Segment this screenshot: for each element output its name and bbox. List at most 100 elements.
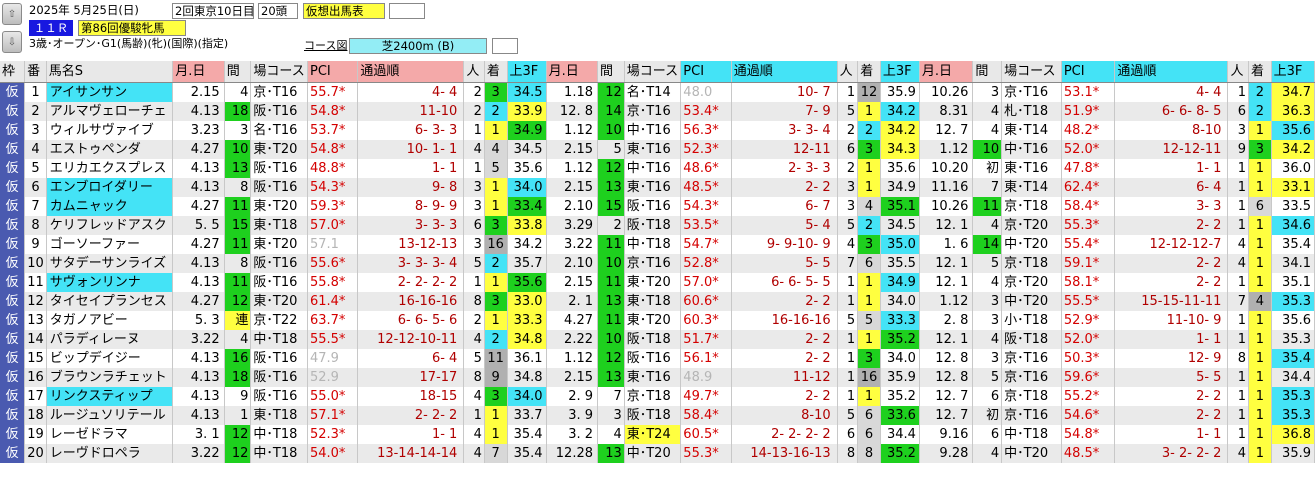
race-last3f-2: 35.9 (1271, 444, 1315, 463)
col-header-6[interactable]: PCI (307, 61, 359, 83)
horse-name[interactable]: ウィルサヴァイブ (46, 121, 174, 140)
col-header-24[interactable]: 人 (1227, 61, 1250, 83)
race-interval-2: 4 (972, 330, 1003, 349)
horse-name[interactable]: エンブロイダリー (46, 178, 174, 197)
race-course-1: 阪･T16 (624, 197, 682, 216)
horse-name[interactable]: ケリフレッドアスク (46, 216, 174, 235)
col-header-14[interactable]: PCI (680, 61, 732, 83)
blank-field[interactable] (389, 3, 425, 19)
col-header-8[interactable]: 人 (463, 61, 485, 83)
horse-name[interactable]: リンクスティップ (46, 387, 174, 406)
horse-name[interactable]: アルマヴェローチェ (46, 102, 174, 121)
horse-name[interactable]: タイセイプランセス (46, 292, 174, 311)
col-header-20[interactable]: 間 (972, 61, 1003, 83)
table-row[interactable]: 仮 17 リンクスティップ 4.13 9 阪･T16 55.0* 18-15 4 3 34.0 2. … (0, 387, 1315, 406)
race-course-1: 東･T16 (624, 178, 682, 197)
race-pci-0: 53.7* (307, 121, 359, 140)
table-row[interactable]: 仮 3 ウィルサヴァイブ 3.23 3 名･T16 53.7* 6- 3- 3 1 1 34.9 1.… (0, 121, 1315, 140)
race-course-1: 阪･T16 (624, 349, 682, 368)
race-passing-1: 6- 6- 5- 5 (731, 273, 838, 292)
race-popularity-1: 1 (837, 349, 859, 368)
blank-field-2[interactable] (492, 38, 518, 54)
table-row[interactable]: 仮 15 ビップデイジー 4.13 16 阪･T16 47.9 6- 4 5 11 36.1 1.12… (0, 349, 1315, 368)
horse-number: 11 (24, 273, 47, 292)
table-row[interactable]: 仮 14 パラディレーヌ 3.22 4 中･T18 55.5* 12-12-10-11 4 2 34… (0, 330, 1315, 349)
race-interval-1: 13 (597, 368, 625, 387)
race-passing-2: 1- 1 (1114, 425, 1229, 444)
race-finish-2: 1 (1248, 425, 1272, 444)
table-row[interactable]: 仮 11 サヴォンリンナ 4.13 11 阪･T16 55.8* 2- 2- 2- 2 1 1 35… (0, 273, 1315, 292)
table-row[interactable]: 仮 5 エリカエクスプレス 4.13 13 阪･T16 48.8* 1- 1 1 5 35.6 1.1… (0, 159, 1315, 178)
col-header-26[interactable]: 上3F (1271, 61, 1315, 83)
horse-name[interactable]: アイサンサン (46, 82, 174, 102)
col-header-16[interactable]: 人 (837, 61, 859, 83)
col-header-13[interactable]: 場コース (624, 61, 682, 83)
race-popularity-1: 2 (837, 121, 859, 140)
horse-name[interactable]: エリカエクスプレス (46, 159, 174, 178)
col-header-17[interactable]: 着 (857, 61, 881, 83)
table-row[interactable]: 仮 4 エストゥペンダ 4.27 10 東･T20 54.8* 10- 1- 1 4 4 34.5 2… (0, 140, 1315, 159)
race-interval-1: 10 (597, 121, 625, 140)
col-header-15[interactable]: 通過順 (731, 61, 838, 83)
table-row[interactable]: 仮 6 エンブロイダリー 4.13 8 阪･T16 54.3* 9- 8 3 1 34.0 2.15 1… (0, 178, 1315, 197)
col-header-18[interactable]: 上3F (880, 61, 920, 83)
horse-name[interactable]: ブラウンラチェット (46, 368, 174, 387)
col-header-0[interactable]: 枠 (0, 61, 26, 83)
race-passing-0: 4- 4 (357, 82, 465, 102)
col-header-5[interactable]: 場コース (250, 61, 308, 83)
col-header-22[interactable]: PCI (1061, 61, 1116, 83)
col-header-19[interactable]: 月.日 (919, 61, 974, 83)
race-last3f-0: 34.0 (507, 387, 547, 406)
horse-name[interactable]: レーヴドロペラ (46, 444, 174, 463)
table-row[interactable]: 仮 13 タガノアビー 5. 3 連京･T22 63.7* 6- 6- 5- 6 2 1 33.3… (0, 311, 1315, 330)
race-interval-1: 12 (597, 82, 625, 102)
col-header-1[interactable]: 番 (24, 61, 47, 83)
table-row[interactable]: 仮 16 ブラウンラチェット 4.13 18 阪･T16 52.9 17-17 8 9 34.8 2.… (0, 368, 1315, 387)
col-header-12[interactable]: 間 (597, 61, 625, 83)
table-row[interactable]: 仮 10 サタデーサンライズ 4.13 8 阪･T16 55.6* 3- 3- 3- 4523… (0, 254, 1315, 273)
race-course-0: 東･T20 (250, 197, 308, 216)
race-passing-1: 10- 7 (731, 82, 838, 102)
horse-name[interactable]: タガノアビー (46, 311, 174, 330)
col-header-23[interactable]: 通過順 (1114, 61, 1229, 83)
table-row[interactable]: 仮 8 ケリフレッドアスク 5. 5 15 東･T18 57.0* 3- 3- 3 6 3 33.8… (0, 216, 1315, 235)
prev-race-button[interactable]: ⇧ (2, 3, 22, 25)
course-map-link[interactable]: コース図 (304, 38, 347, 54)
next-race-button[interactable]: ⇩ (2, 31, 22, 53)
race-interval-2: 14 (972, 235, 1003, 254)
col-header-3[interactable]: 月.日 (172, 61, 225, 83)
horse-name[interactable]: レーゼドラマ (46, 425, 174, 444)
horse-name[interactable]: サタデーサンライズ (46, 254, 174, 273)
col-header-9[interactable]: 着 (484, 61, 508, 83)
race-course-2: 東･T14 (1001, 178, 1062, 197)
col-header-2[interactable]: 馬名S (46, 61, 174, 83)
table-row[interactable]: 仮 20 レーヴドロペラ 3.22 12 中･T18 54.0* 13-14-14-14 4 7 3… (0, 444, 1315, 463)
horse-name[interactable]: エストゥペンダ (46, 140, 174, 159)
col-header-11[interactable]: 月.日 (546, 61, 599, 83)
horse-name[interactable]: ゴーソーファー (46, 235, 174, 254)
table-row[interactable]: 仮 9 ゴーソーファー 4.27 11 東･T20 57.1 13-12-13 3 16 34.2 3… (0, 235, 1315, 254)
col-header-4[interactable]: 間 (224, 61, 252, 83)
horse-name[interactable]: カムニャック (46, 197, 174, 216)
col-header-7[interactable]: 通過順 (357, 61, 465, 83)
race-course-0: 阪･T16 (250, 159, 308, 178)
horse-name[interactable]: パラディレーヌ (46, 330, 174, 349)
entries-table: 枠番馬名S 月.日間場コース PCI 通過順人着上3F 月.日間場コース PCI 通過順人着… (0, 61, 1315, 463)
table-row[interactable]: 仮 12 タイセイプランセス 4.27 12 東･T20 61.4* 16-16-16 8 3 33… (0, 292, 1315, 311)
table-row[interactable]: 仮 1 アイサンサン 2.15 4 京･T16 55.7* 4- 4 2 3 34.5 1.18 12 名… (0, 82, 1315, 102)
table-row[interactable]: 仮 2 アルマヴェローチェ 4.13 18 阪･T16 54.8* 11-10 2 2 33.9 12… (0, 102, 1315, 121)
table-row[interactable]: 仮 19 レーゼドラマ 3. 1 12 中･T18 52.3* 1- 1 4 1 35.4 3. 24… (0, 425, 1315, 444)
col-header-21[interactable]: 場コース (1001, 61, 1062, 83)
table-row[interactable]: 仮 7 カムニャック 4.27 11 東･T20 59.3* 8- 9- 9 3 1 33.4 2.1… (0, 197, 1315, 216)
table-row[interactable]: 仮 18 ルージュソリテール 4.13 1 東･T18 57.1* 2- 2- 2 1 1 33.7… (0, 406, 1315, 425)
horse-name[interactable]: ビップデイジー (46, 349, 174, 368)
race-finish-0: 16 (484, 235, 508, 254)
horse-name[interactable]: ルージュソリテール (46, 406, 174, 425)
race-passing-2: 8-10 (1114, 121, 1229, 140)
race-finish-0: 3 (484, 82, 508, 102)
col-header-10[interactable]: 上3F (507, 61, 547, 83)
col-header-25[interactable]: 着 (1248, 61, 1272, 83)
horse-name[interactable]: サヴォンリンナ (46, 273, 174, 292)
race-date: 2025年 5月25日(日) (29, 3, 139, 17)
race-passing-1: 6- 7 (731, 197, 838, 216)
